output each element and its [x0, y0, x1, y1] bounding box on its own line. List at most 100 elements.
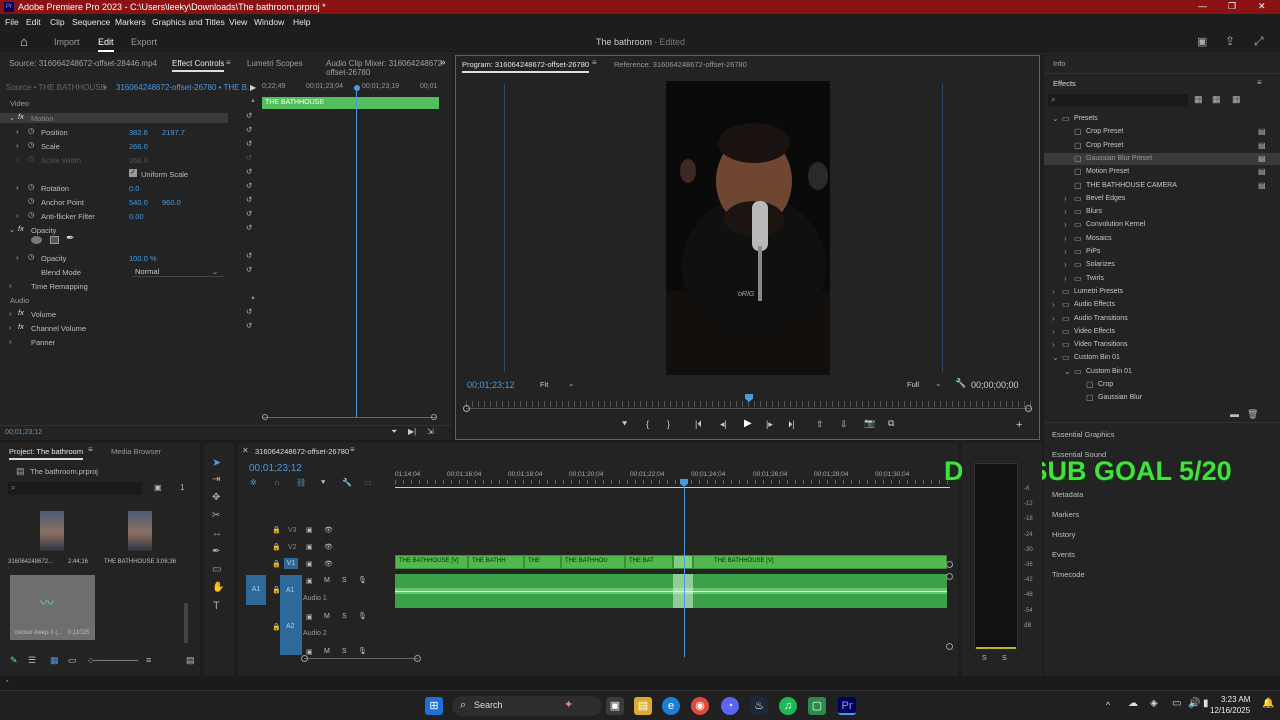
chevron-down-icon[interactable]: ⌄ [935, 379, 941, 388]
timeline-clip[interactable]: THE [524, 555, 561, 569]
expand-icon[interactable]: ⌄ [9, 113, 15, 122]
current-timecode[interactable]: 00;01;23;12 [5, 429, 42, 436]
scroll-handle-left[interactable] [301, 655, 308, 662]
clock-time[interactable]: 3:23 AM [1221, 695, 1250, 704]
tab-program[interactable]: Program: 316064248672-offset-26780 [462, 60, 590, 73]
app-icon[interactable]: ▢ [808, 697, 826, 715]
close-icon[interactable]: ✕ [242, 446, 249, 455]
stopwatch-icon[interactable]: ◷ [28, 182, 35, 191]
freeform-view-icon[interactable]: ▭ [68, 655, 77, 666]
filter-icon[interactable]: ⏷ [391, 427, 397, 437]
expand-icon[interactable]: › [9, 281, 12, 290]
mini-ruler[interactable]: 0;22;49 00;01;23;04 00;01;23;19 00;01 [262, 82, 440, 96]
chevron-down-icon[interactable]: ⌄ [1052, 353, 1059, 362]
scroll-handle-right[interactable] [431, 414, 437, 420]
effects-tree-item[interactable]: ▢ Gaussian Blur [1044, 392, 1280, 404]
expand-icon[interactable]: › [16, 127, 19, 136]
tab-lumetri-scopes[interactable]: Lumetri Scopes [247, 59, 303, 68]
timeline-clip[interactable]: THE BAT [625, 555, 673, 569]
new-bin-icon[interactable]: ▬ [1230, 409, 1239, 419]
workspaces-icon[interactable]: ▣ [1197, 35, 1207, 48]
fx-icon[interactable]: fx [18, 224, 24, 233]
pen-tool-icon[interactable]: ✒ [212, 546, 220, 557]
menu-sequence[interactable]: Sequence [72, 17, 110, 27]
edit-tab[interactable]: Edit [98, 37, 114, 52]
effects-tree-item[interactable]: ▢ Crop [1044, 379, 1280, 391]
timeline-scrollbar[interactable] [304, 658, 418, 659]
panel-menu-icon[interactable]: ≡ [88, 445, 93, 454]
effects-tree-item[interactable]: ▢ THE BATHHOUSE CAMERA ▤ [1044, 180, 1280, 192]
chevron-right-icon[interactable]: › [1052, 327, 1055, 336]
effects-tree-item[interactable]: ▢ Crop Preset ▤ [1044, 126, 1280, 138]
position-y-value[interactable]: 2197.7 [162, 128, 185, 137]
wrench-icon[interactable]: 🔧 [955, 378, 966, 389]
go-to-in-icon[interactable]: |⏴ [695, 419, 702, 430]
tab-sequence[interactable]: 316064248672-offset-26780 [255, 447, 349, 456]
collapse-icon[interactable]: ▲ [250, 98, 256, 104]
premiere-taskbar-icon[interactable]: Pr [838, 697, 856, 715]
chevron-down-icon[interactable]: ⌄ [1052, 114, 1059, 123]
spotify-icon[interactable]: ♫ [779, 697, 797, 715]
windows-start-icon[interactable]: ⊞ [425, 697, 443, 715]
expand-icon[interactable]: › [16, 141, 19, 150]
more-tabs-icon[interactable]: » [440, 57, 446, 68]
panel-essential-graphics[interactable]: Essential Graphics [1052, 430, 1115, 439]
notification-icon[interactable]: 🔔 [1262, 698, 1274, 709]
track-a2-label[interactable]: A2 [286, 623, 295, 630]
solo-left-button[interactable]: S [982, 655, 987, 662]
menu-help[interactable]: Help [293, 17, 310, 27]
effects-tree-item[interactable]: › ▭ Video Effects [1044, 326, 1280, 338]
mini-playhead-handle[interactable] [354, 85, 360, 91]
effects-tree-item[interactable]: › ▭ Twirls [1044, 273, 1280, 285]
export-frame-icon[interactable]: 📷 [864, 418, 875, 429]
chevron-right-icon[interactable]: › [1052, 340, 1055, 349]
tab-effect-controls[interactable]: Effect Controls [172, 59, 225, 72]
reset-icon[interactable]: ↺ [246, 223, 252, 232]
expand-icon[interactable]: › [9, 309, 12, 318]
extract-icon[interactable]: ⇩ [840, 419, 848, 430]
panel-metadata[interactable]: Metadata [1052, 490, 1083, 499]
sync-lock-icon[interactable]: ▣ [306, 543, 313, 551]
stopwatch-icon[interactable]: ◷ [28, 126, 35, 135]
timeline-clip[interactable]: THE BATHHOUSE [V] [693, 555, 947, 569]
expand-icon[interactable]: › [16, 211, 19, 220]
steam-icon[interactable]: ♨ [750, 697, 768, 715]
edge-icon[interactable]: e [662, 697, 680, 715]
sequence-thumbnail[interactable] [128, 511, 152, 551]
track-v3-label[interactable]: V3 [288, 527, 297, 534]
eye-icon[interactable]: 👁 [324, 560, 333, 568]
accelerated-effects-icon[interactable]: ▦ [1194, 94, 1203, 105]
chevron-down-icon[interactable]: ⌄ [212, 267, 218, 276]
sync-lock-icon[interactable]: ▣ [306, 526, 313, 534]
tab-source[interactable]: Source: 316064248672-offset-28446.mp4 [9, 59, 157, 68]
menu-graphics[interactable]: Graphics and Titles [152, 17, 225, 27]
reset-icon[interactable]: ↺ [246, 251, 252, 260]
effects-tree-item[interactable]: › ▭ Bevel Edges [1044, 193, 1280, 205]
type-tool-icon[interactable]: T [213, 600, 220, 612]
project-scrollbar[interactable] [184, 603, 188, 643]
effects-tree-item[interactable]: › ▭ Convolution Kernel [1044, 219, 1280, 231]
panel-menu-icon[interactable]: ≡ [226, 58, 231, 67]
effects-tree-item[interactable]: › ▭ Lumetri Presets [1044, 286, 1280, 298]
menu-window[interactable]: Window [254, 17, 284, 27]
menu-markers[interactable]: Markers [115, 17, 146, 27]
solo-button[interactable]: S [342, 613, 347, 620]
timeline-clip[interactable]: THE BATHHOUSE [V] [395, 555, 468, 569]
stopwatch-icon[interactable]: ◷ [28, 140, 35, 149]
scale-value[interactable]: 266.0 [129, 142, 148, 151]
sequence-clip-label[interactable]: 316064248672-offset-26780 • THE B... [116, 83, 254, 92]
time-remapping-label[interactable]: Time Remapping [31, 282, 88, 291]
panel-menu-icon[interactable]: ≡ [1257, 78, 1262, 87]
linked-selection-icon[interactable]: ⛓ [296, 478, 306, 487]
program-ruler[interactable] [466, 401, 1031, 407]
battery-icon[interactable]: ▮ [1203, 698, 1209, 709]
chevron-right-icon[interactable]: › [1052, 287, 1055, 296]
yuv-effects-icon[interactable]: ▦ [1232, 94, 1241, 105]
step-back-icon[interactable]: ◂| [720, 419, 727, 430]
tab-reference[interactable]: Reference: 316064248672-offset-26780 [614, 60, 747, 69]
selection-tool-icon[interactable]: ➤ [212, 456, 221, 469]
eye-icon[interactable]: 👁 [324, 543, 333, 551]
reset-icon[interactable]: ↺ [246, 265, 252, 274]
fx-icon[interactable]: fx [18, 322, 24, 331]
program-scrubber[interactable] [466, 408, 1031, 409]
